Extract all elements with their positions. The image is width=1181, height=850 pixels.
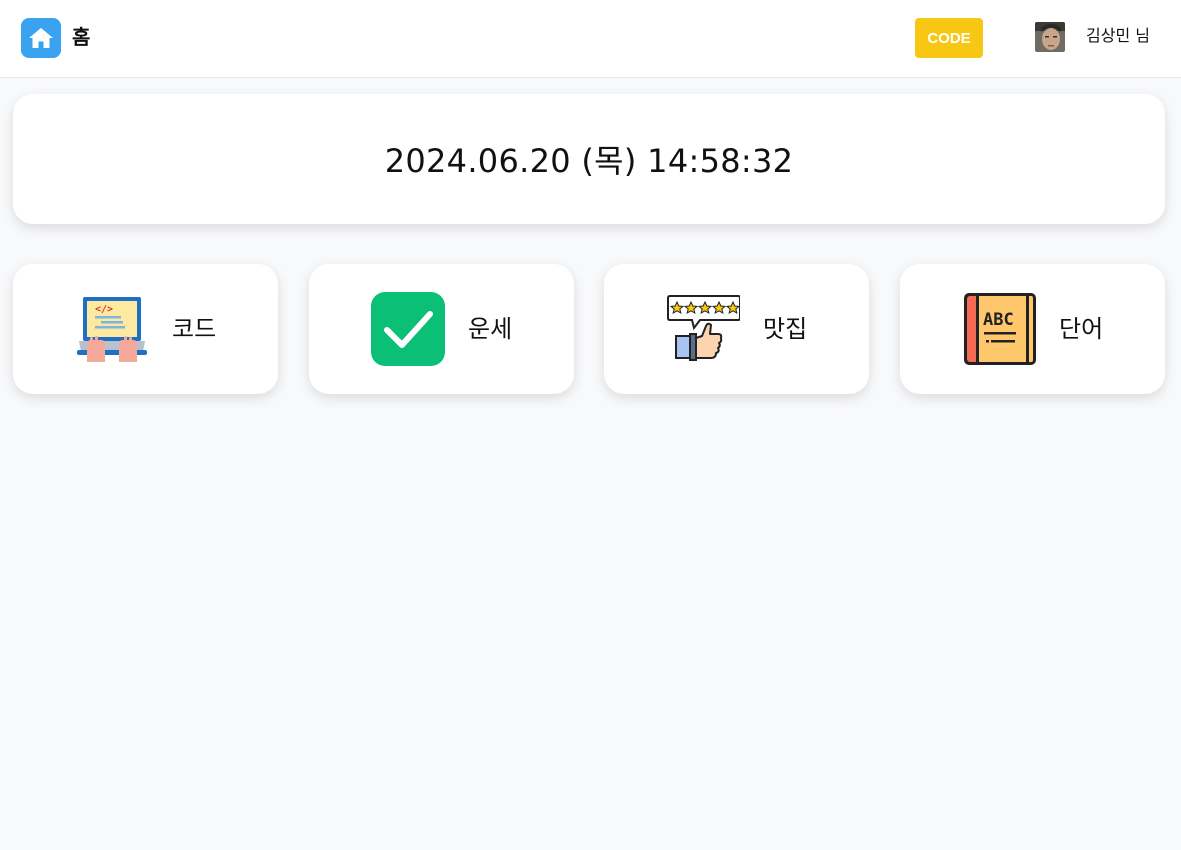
home-label[interactable]: 홈 (72, 24, 90, 50)
laptop-code-icon: </> (77, 297, 147, 362)
code-button[interactable]: CODE (915, 18, 983, 58)
clock-card: 2024.06.20 (목) 14:58:32 (13, 94, 1165, 224)
checkmark-icon (371, 292, 445, 366)
svg-text:</>: </> (95, 304, 113, 315)
menu-card-code[interactable]: </> 코드 (13, 264, 278, 394)
menu-label-code: 코드 (172, 315, 217, 343)
menu-label-words: 단어 (1059, 315, 1104, 343)
home-button[interactable] (21, 18, 61, 58)
menu-card-fortune[interactable]: 운세 (309, 264, 574, 394)
menu-label-fortune: 운세 (468, 315, 513, 343)
menu-card-words[interactable]: ABC 단어 (900, 264, 1165, 394)
top-navigation-bar: 홈 CODE 김상민 님 (0, 0, 1181, 78)
menu-label-restaurants: 맛집 (763, 315, 808, 343)
menu-card-restaurants[interactable]: 맛집 (604, 264, 869, 394)
abc-book-icon: ABC (964, 293, 1036, 365)
svg-text:ABC: ABC (983, 310, 1014, 330)
home-icon (29, 28, 53, 48)
rating-thumbs-up-icon (667, 295, 740, 361)
avatar[interactable] (1035, 22, 1065, 52)
user-name[interactable]: 김상민 님 (1086, 26, 1150, 46)
current-datetime: 2024.06.20 (목) 14:58:32 (384, 142, 794, 180)
